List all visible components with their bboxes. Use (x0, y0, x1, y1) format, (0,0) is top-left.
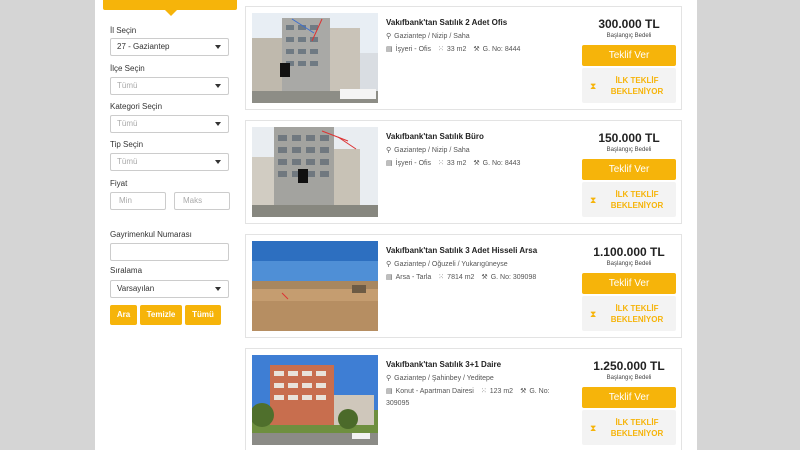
offer-status-text: İLK TEKLİF BEKLENİYOR (610, 418, 664, 438)
price-caption: Başlangıç Bedeli (606, 33, 652, 39)
hourglass-icon: ⧗ (590, 81, 597, 91)
offer-button[interactable]: Teklif Ver (582, 45, 676, 66)
map-pin-icon: ⚲ (386, 33, 392, 40)
building-icon: ▤ (386, 160, 393, 167)
listing-meta: ▤ İşyeri - Ofis ⁙ 33 m2 ⚒ G. No: 8443 (386, 160, 521, 167)
offer-button[interactable]: Teklif Ver (582, 387, 676, 408)
listing-card[interactable]: Vakıfbank'tan Satılık 3 Adet Hisseli Ars… (245, 234, 682, 338)
offer-status-box: ⧗ İLK TEKLİF BEKLENİYOR (582, 68, 676, 103)
offer-status-box: ⧗ İLK TEKLİF BEKLENİYOR (582, 410, 676, 445)
siralama-select[interactable]: Varsayılan (110, 280, 229, 298)
chevron-down-icon (215, 45, 221, 49)
hammer-icon: ⚒ (473, 160, 480, 167)
listing-price: 300.000 TL (598, 17, 660, 31)
filter-header-tab (103, 0, 237, 10)
listing-photo[interactable] (252, 241, 378, 331)
building-icon: ▤ (386, 388, 393, 395)
chevron-down-icon (215, 122, 221, 126)
siralama-select-value: Varsayılan (117, 284, 155, 293)
kategori-select[interactable]: Tümü (110, 115, 229, 133)
fiyat-label: Fiyat (110, 179, 128, 188)
listing-price: 1.100.000 TL (593, 245, 665, 259)
offer-status-box: ⧗ İLK TEKLİF BEKLENİYOR (582, 296, 676, 331)
building-icon: ▤ (386, 274, 393, 281)
area-icon: ⁙ (438, 274, 445, 281)
listing-card[interactable]: Vakıfbank'tan Satılık Büro ⚲ Gaziantep / … (245, 120, 682, 224)
listing-title[interactable]: Vakıfbank'tan Satılık 3+1 Daire (386, 360, 501, 369)
price-caption: Başlangıç Bedeli (606, 375, 652, 381)
siralama-label: Sıralama (110, 266, 143, 275)
ilce-select[interactable]: Tümü (110, 77, 229, 95)
search-button[interactable]: Ara (110, 305, 137, 325)
listing-card[interactable]: Vakıfbank'tan Satılık 2 Adet Ofis ⚲ Gazia… (245, 6, 682, 110)
map-pin-icon: ⚲ (386, 147, 392, 154)
offer-status-text: İLK TEKLİF BEKLENİYOR (610, 190, 664, 210)
il-select[interactable]: 27 - Gaziantep (110, 38, 229, 56)
il-select-value: 27 - Gaziantep (117, 42, 170, 51)
hourglass-icon: ⧗ (590, 423, 597, 433)
numara-input[interactable] (110, 243, 229, 261)
offer-status-text: İLK TEKLİF BEKLENİYOR (610, 76, 664, 96)
hourglass-icon: ⧗ (590, 195, 597, 205)
map-pin-icon: ⚲ (386, 375, 392, 382)
listing-location: ⚲ Gaziantep / Nizip / Saha (386, 33, 470, 40)
ilce-label: İlçe Seçin (110, 64, 145, 73)
listing-title[interactable]: Vakıfbank'tan Satılık 3 Adet Hisseli Ars… (386, 246, 537, 255)
il-label: İl Seçin (110, 26, 137, 35)
filter-sidebar: İl Seçin 27 - Gaziantep İlçe Seçin Tümü … (103, 0, 237, 450)
area-icon: ⁙ (480, 388, 487, 395)
hourglass-icon: ⧗ (590, 309, 597, 319)
ilce-select-value: Tümü (117, 81, 138, 90)
listing-location: ⚲ Gaziantep / Nizip / Saha (386, 147, 470, 154)
numara-label: Gayrimenkul Numarası (110, 230, 192, 239)
kategori-label: Kategori Seçin (110, 102, 163, 111)
clear-button[interactable]: Temizle (140, 305, 182, 325)
hammer-icon: ⚒ (473, 46, 480, 53)
hammer-icon: ⚒ (520, 388, 527, 395)
kategori-select-value: Tümü (117, 119, 138, 128)
listing-title[interactable]: Vakıfbank'tan Satılık 2 Adet Ofis (386, 18, 507, 27)
chevron-down-icon (215, 287, 221, 291)
building-icon: ▤ (386, 46, 393, 53)
max-price-input[interactable]: Maks (174, 192, 230, 210)
listing-price: 150.000 TL (598, 131, 660, 145)
listing-title[interactable]: Vakıfbank'tan Satılık Büro (386, 132, 484, 141)
min-price-input[interactable]: Min (110, 192, 166, 210)
listing-meta: ▤ İşyeri - Ofis ⁙ 33 m2 ⚒ G. No: 8444 (386, 46, 521, 53)
all-button[interactable]: Tümü (185, 305, 221, 325)
area-icon: ⁙ (438, 160, 444, 167)
listing-location: ⚲ Gaziantep / Oğuzeli / Yukarıgüneyse (386, 261, 508, 268)
listing-photo[interactable] (252, 127, 378, 217)
listing-location: ⚲ Gaziantep / Şahinbey / Yeditepe (386, 375, 494, 382)
page-container: İl Seçin 27 - Gaziantep İlçe Seçin Tümü … (95, 0, 697, 450)
listing-card[interactable]: Vakıfbank'tan Satılık 3+1 Daire ⚲ Gaziant… (245, 348, 682, 450)
chevron-down-icon (215, 84, 221, 88)
listing-meta: ▤ Konut - Apartman Dairesi ⁙ 123 m2 ⚒ G. No: … (386, 388, 550, 407)
map-pin-icon: ⚲ (386, 261, 392, 268)
listing-photo[interactable] (252, 355, 378, 445)
offer-status-text: İLK TEKLİF BEKLENİYOR (610, 304, 664, 324)
listing-meta: ▤ Arsa - Tarla ⁙ 7814 m2 ⚒ G. No: 309098 (386, 274, 537, 281)
area-icon: ⁙ (438, 46, 444, 53)
tip-select-value: Tümü (117, 157, 138, 166)
listing-photo[interactable] (252, 13, 378, 103)
chevron-down-icon (215, 160, 221, 164)
offer-button[interactable]: Teklif Ver (582, 159, 676, 180)
filter-header-arrow (165, 10, 177, 16)
tip-select[interactable]: Tümü (110, 153, 229, 171)
hammer-icon: ⚒ (481, 274, 488, 281)
offer-button[interactable]: Teklif Ver (582, 273, 676, 294)
listing-price: 1.250.000 TL (593, 359, 665, 373)
price-caption: Başlangıç Bedeli (606, 147, 652, 153)
price-caption: Başlangıç Bedeli (606, 261, 652, 267)
offer-status-box: ⧗ İLK TEKLİF BEKLENİYOR (582, 182, 676, 217)
tip-label: Tip Seçin (110, 140, 144, 149)
